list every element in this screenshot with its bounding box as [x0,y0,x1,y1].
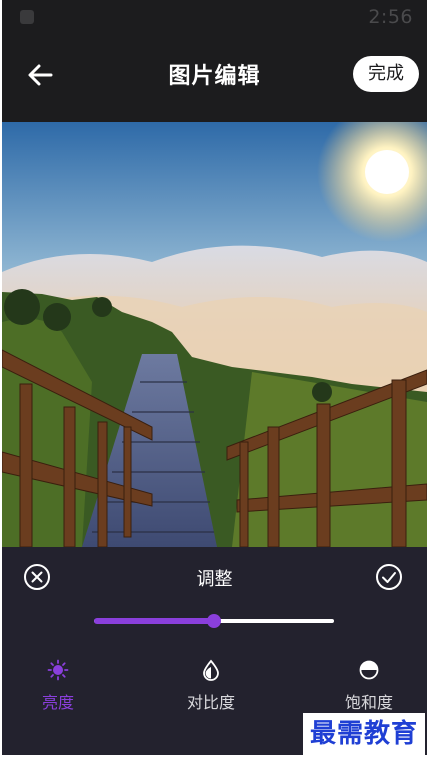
contrast-icon [203,659,219,681]
slider-thumb[interactable] [207,614,221,628]
edited-photo [2,122,427,547]
check-circle-icon [376,564,402,590]
done-button[interactable]: 完成 [353,56,419,92]
tool-bar: 亮度 对比度 饱和度 [2,659,427,719]
photo-editor-screen: 2:56 图片编辑 完成 调整 亮度 对比度 饱和度 [2,0,427,755]
header-bar: 图片编辑 完成 [2,40,427,110]
confirm-button[interactable] [375,563,403,591]
tool-contrast-label: 对比度 [186,693,235,712]
status-bar: 2:56 [2,0,427,34]
tool-saturation-label: 饱和度 [344,693,393,712]
brightness-slider[interactable] [94,613,334,629]
tool-saturation[interactable]: 饱和度 [324,659,414,715]
tool-contrast[interactable]: 对比度 [166,659,256,715]
status-time: 2:56 [368,6,413,28]
tool-brightness-label: 亮度 [41,693,74,712]
sim-icon [20,10,34,24]
brightness-icon [47,659,69,681]
slider-fill [94,618,214,624]
watermark-logo: 最需教育 [303,713,425,755]
panel-title: 调整 [196,569,233,590]
tool-brightness[interactable]: 亮度 [13,659,103,715]
saturation-icon [359,660,379,680]
panel-header: 调整 [2,559,427,595]
